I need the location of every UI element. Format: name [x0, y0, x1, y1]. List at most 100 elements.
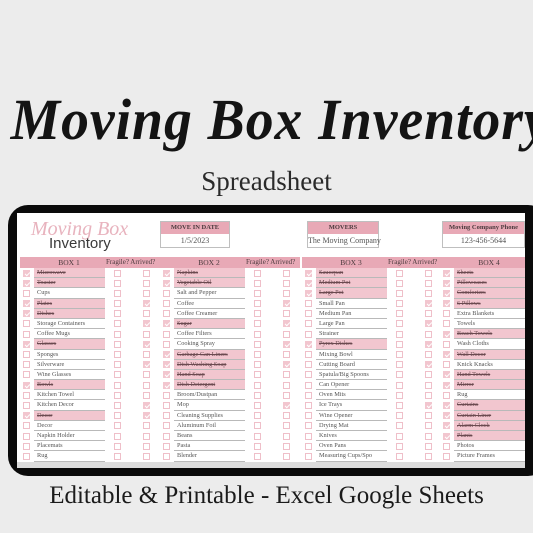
packed-checkbox[interactable]: [305, 279, 312, 287]
packed-checkbox[interactable]: [305, 412, 312, 420]
item-name[interactable]: Mixing Bowl: [316, 350, 387, 360]
fragile-checkbox[interactable]: [114, 289, 121, 297]
fragile-checkbox[interactable]: [254, 381, 261, 389]
packed-checkbox[interactable]: [443, 432, 450, 440]
arrived-checkbox[interactable]: [283, 401, 290, 409]
packed-checkbox[interactable]: [163, 351, 170, 358]
packed-checkbox[interactable]: [163, 422, 170, 430]
fragile-checkbox[interactable]: [396, 361, 403, 369]
item-name[interactable]: 6 Pillows: [454, 298, 525, 309]
packed-checkbox[interactable]: [163, 442, 170, 450]
fragile-checkbox[interactable]: [114, 269, 121, 277]
fragile-checkbox[interactable]: [114, 391, 121, 399]
packed-checkbox[interactable]: [163, 371, 170, 379]
fragile-checkbox[interactable]: [114, 340, 121, 348]
item-name[interactable]: Wine Glasses: [34, 370, 105, 381]
packed-checkbox[interactable]: [23, 442, 30, 450]
fragile-checkbox[interactable]: [114, 361, 121, 369]
arrived-checkbox[interactable]: [143, 401, 150, 409]
packed-checkbox[interactable]: [23, 391, 30, 399]
fragile-checkbox[interactable]: [254, 340, 261, 348]
item-name[interactable]: Hand Towels: [454, 369, 525, 381]
arrived-checkbox[interactable]: [425, 330, 432, 338]
fragile-checkbox[interactable]: [114, 310, 121, 318]
item-name[interactable]: Storage Containers: [34, 319, 105, 330]
item-name[interactable]: Coffee Filters: [174, 329, 245, 340]
packed-checkbox[interactable]: [443, 300, 450, 308]
fragile-checkbox[interactable]: [254, 320, 261, 328]
arrived-checkbox[interactable]: [143, 279, 150, 287]
item-name[interactable]: Wine Opener: [316, 411, 387, 421]
fragile-checkbox[interactable]: [396, 381, 403, 389]
item-name[interactable]: Blender: [174, 451, 245, 462]
item-name[interactable]: Strainer: [316, 329, 387, 340]
fragile-checkbox[interactable]: [396, 412, 403, 420]
packed-checkbox[interactable]: [443, 391, 450, 399]
packed-checkbox[interactable]: [163, 279, 170, 287]
packed-checkbox[interactable]: [23, 300, 30, 308]
movers-value[interactable]: The Moving Company: [308, 234, 381, 247]
item-name[interactable]: Cutting Board: [316, 360, 387, 370]
arrived-checkbox[interactable]: [143, 452, 150, 460]
packed-checkbox[interactable]: [163, 340, 170, 348]
fragile-checkbox[interactable]: [396, 289, 403, 297]
item-name[interactable]: Coffee: [174, 299, 245, 309]
arrived-checkbox[interactable]: [283, 351, 290, 358]
packed-checkbox[interactable]: [443, 330, 450, 338]
packed-checkbox[interactable]: [443, 289, 450, 297]
item-name[interactable]: Salt and Pepper: [174, 288, 245, 299]
packed-checkbox[interactable]: [443, 310, 450, 318]
fragile-checkbox[interactable]: [396, 391, 403, 399]
fragile-checkbox[interactable]: [114, 412, 121, 420]
arrived-checkbox[interactable]: [143, 361, 150, 369]
item-name[interactable]: Large Pan: [316, 319, 387, 330]
arrived-checkbox[interactable]: [425, 452, 432, 460]
packed-checkbox[interactable]: [443, 412, 450, 420]
arrived-checkbox[interactable]: [143, 351, 150, 358]
fragile-checkbox[interactable]: [396, 351, 403, 358]
item-name[interactable]: Extra Blankets: [454, 309, 525, 319]
item-name[interactable]: Silverware: [34, 360, 105, 370]
arrived-checkbox[interactable]: [143, 310, 150, 318]
arrived-checkbox[interactable]: [283, 279, 290, 287]
packed-checkbox[interactable]: [443, 452, 450, 460]
packed-checkbox[interactable]: [163, 432, 170, 440]
arrived-checkbox[interactable]: [283, 371, 290, 379]
fragile-checkbox[interactable]: [254, 310, 261, 318]
packed-checkbox[interactable]: [305, 340, 312, 348]
arrived-checkbox[interactable]: [425, 391, 432, 399]
arrived-checkbox[interactable]: [143, 330, 150, 338]
item-name[interactable]: Pillowcases: [454, 278, 525, 289]
packed-checkbox[interactable]: [305, 269, 312, 277]
arrived-checkbox[interactable]: [425, 320, 432, 328]
fragile-checkbox[interactable]: [254, 289, 261, 297]
item-name[interactable]: Mop: [174, 400, 245, 411]
packed-checkbox[interactable]: [305, 361, 312, 369]
arrived-checkbox[interactable]: [283, 330, 290, 338]
arrived-checkbox[interactable]: [283, 381, 290, 389]
item-name[interactable]: Measuring Cups/Spo: [316, 451, 387, 462]
item-name[interactable]: Pyrex Dishes: [316, 339, 387, 350]
packed-checkbox[interactable]: [23, 401, 30, 409]
packed-checkbox[interactable]: [443, 442, 450, 450]
packed-checkbox[interactable]: [305, 422, 312, 430]
fragile-checkbox[interactable]: [114, 452, 121, 460]
item-name[interactable]: Coffee Creamer: [174, 309, 245, 319]
packed-checkbox[interactable]: [443, 320, 450, 328]
fragile-checkbox[interactable]: [396, 401, 403, 409]
packed-checkbox[interactable]: [443, 381, 450, 389]
packed-checkbox[interactable]: [163, 300, 170, 308]
arrived-checkbox[interactable]: [143, 432, 150, 440]
item-name[interactable]: Glasses: [34, 339, 105, 350]
arrived-checkbox[interactable]: [143, 371, 150, 379]
fragile-checkbox[interactable]: [254, 391, 261, 399]
fragile-checkbox[interactable]: [114, 401, 121, 409]
arrived-checkbox[interactable]: [425, 351, 432, 358]
item-name[interactable]: Wash Cloths: [454, 339, 525, 350]
arrived-checkbox[interactable]: [143, 320, 150, 328]
item-name[interactable]: Cooking Spray: [174, 339, 245, 350]
item-name[interactable]: Knives: [316, 431, 387, 442]
fragile-checkbox[interactable]: [254, 351, 261, 358]
arrived-checkbox[interactable]: [283, 422, 290, 430]
packed-checkbox[interactable]: [163, 381, 170, 389]
